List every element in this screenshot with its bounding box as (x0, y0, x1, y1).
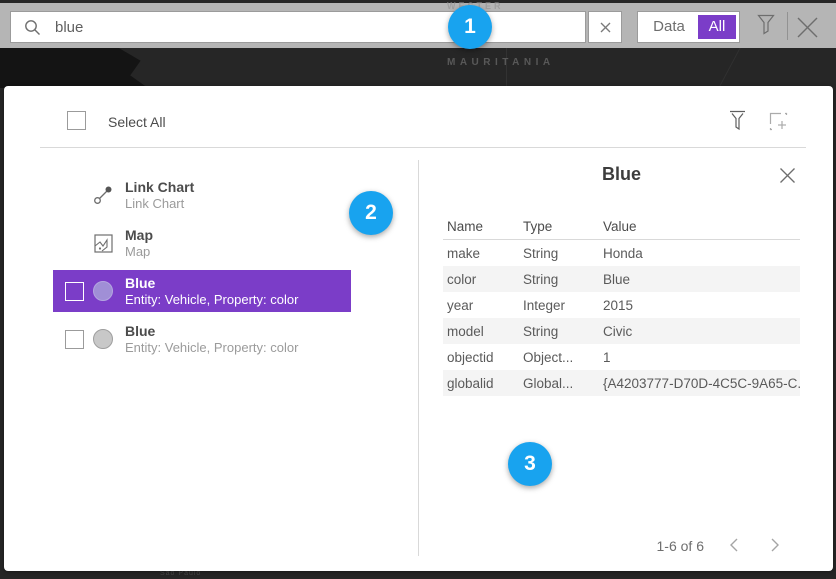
attribute-table-header: Name Type Value (443, 214, 800, 240)
callout-badge-3: 3 (508, 442, 552, 486)
detail-close-icon[interactable] (779, 167, 796, 184)
table-row: objectid Object... 1 (443, 344, 800, 370)
entity-circle-icon (93, 281, 113, 301)
result-subtitle: Entity: Vehicle, Property: color (125, 340, 298, 356)
map-icon (93, 233, 113, 253)
screen: WESTER MAURITANIA São Paulo Data All 1 2… (0, 0, 836, 579)
result-title: Blue (125, 323, 298, 340)
detail-title: Blue (443, 164, 800, 185)
scope-all-option[interactable]: All (698, 15, 736, 39)
map-ocean-shape (0, 46, 148, 88)
clear-icon (600, 22, 611, 33)
result-title: Map (125, 227, 153, 244)
search-icon (24, 19, 41, 36)
toolbar-divider (787, 12, 788, 40)
search-results-panel: Select All Link Chart Link Chart (4, 86, 833, 571)
filter-icon[interactable] (757, 14, 775, 36)
table-row: model String Civic (443, 318, 800, 344)
map-border-line (719, 46, 810, 86)
result-checkbox[interactable] (65, 330, 84, 349)
search-toolbar: Data All (0, 3, 836, 48)
column-header-name: Name (443, 219, 523, 234)
callout-badge-1: 1 (448, 5, 492, 49)
result-row-link-chart[interactable]: Link Chart Link Chart (53, 174, 351, 216)
result-checkbox[interactable] (65, 282, 84, 301)
scope-data-option[interactable]: Data (638, 12, 700, 42)
result-title: Link Chart (125, 179, 194, 196)
link-chart-icon (93, 185, 113, 205)
pagination-label: 1-6 of 6 (564, 538, 704, 554)
table-row: color String Blue (443, 266, 800, 292)
panel-header-divider (40, 147, 806, 148)
clear-search-button[interactable] (588, 11, 622, 43)
select-all-label: Select All (108, 114, 166, 130)
result-subtitle: Link Chart (125, 196, 194, 212)
results-filter-icon[interactable] (729, 110, 746, 131)
search-input[interactable] (55, 19, 495, 36)
callout-badge-2: 2 (349, 191, 393, 235)
previous-page-icon[interactable] (727, 536, 741, 554)
search-scope-toggle: Data All (637, 11, 740, 43)
result-row-map[interactable]: Map Map (53, 222, 351, 264)
entity-circle-icon (93, 329, 113, 349)
column-header-type: Type (523, 219, 603, 234)
table-row: year Integer 2015 (443, 292, 800, 318)
attribute-table: Name Type Value make String Honda color … (443, 214, 800, 396)
table-row: globalid Global... {A4203777-D70D-4C5C-9… (443, 370, 800, 396)
map-label-mauritania: MAURITANIA (447, 57, 555, 68)
close-search-icon[interactable] (796, 16, 819, 39)
result-subtitle: Map (125, 244, 153, 260)
map-label-sao-paulo: São Paulo (160, 570, 201, 577)
results-list: Link Chart Link Chart Map Map Blue (53, 174, 351, 366)
result-subtitle: Entity: Vehicle, Property: color (125, 292, 298, 308)
search-box[interactable] (10, 11, 586, 43)
table-row: make String Honda (443, 240, 800, 266)
result-title: Blue (125, 275, 298, 292)
add-selection-icon[interactable] (769, 112, 788, 131)
select-all-checkbox[interactable] (67, 111, 86, 130)
column-header-value: Value (603, 219, 800, 234)
result-row-blue[interactable]: Blue Entity: Vehicle, Property: color (53, 318, 351, 360)
next-page-icon[interactable] (768, 536, 782, 554)
result-row-blue-selected[interactable]: Blue Entity: Vehicle, Property: color (53, 270, 351, 312)
panel-vertical-divider (418, 160, 419, 556)
